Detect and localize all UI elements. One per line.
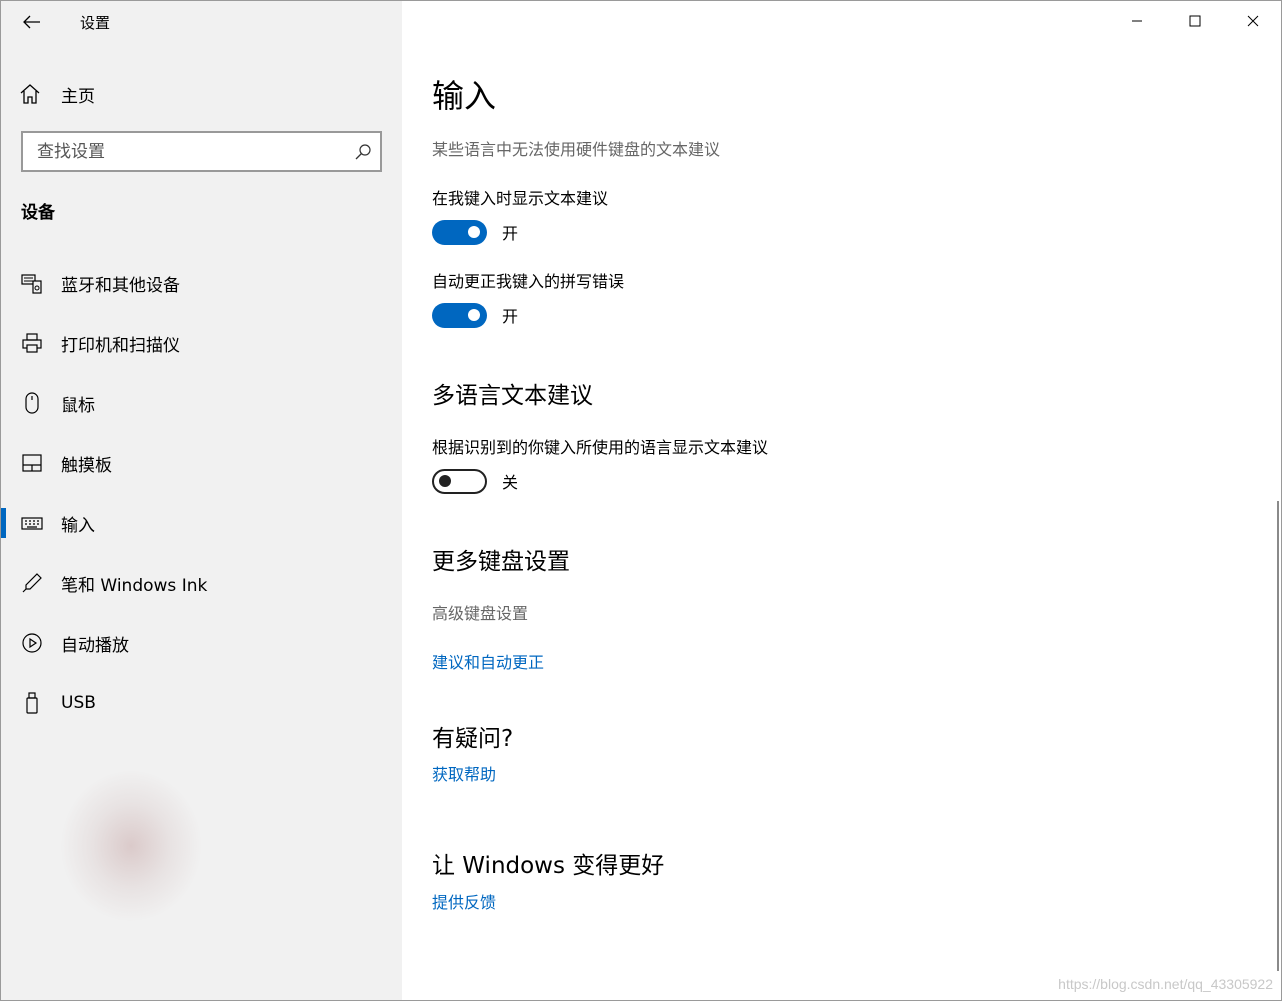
maximize-button[interactable] — [1166, 1, 1224, 41]
keyboard-icon — [21, 512, 43, 534]
home-icon — [20, 84, 40, 104]
sidebar-item-label: 蓝牙和其他设备 — [61, 275, 180, 296]
section-heading: 有疑问? — [432, 726, 514, 752]
sidebar-item-label: USB — [61, 693, 96, 713]
toggle-switch[interactable] — [432, 468, 487, 494]
sidebar-item-printers[interactable]: 打印机和扫描仪 — [1, 313, 402, 373]
bluetooth-devices-icon — [21, 272, 43, 294]
sidebar-item-label: 触摸板 — [61, 455, 112, 476]
toggle-multilang[interactable]: 关 — [432, 468, 518, 494]
sidebar-item-label: 打印机和扫描仪 — [61, 335, 180, 356]
toggle-switch[interactable] — [432, 219, 487, 245]
app-title: 设置 — [80, 14, 111, 32]
sidebar-item-label: 鼠标 — [61, 395, 95, 416]
minimize-button[interactable] — [1108, 1, 1166, 41]
section-heading: 让 Windows 变得更好 — [432, 853, 665, 879]
sidebar-item-usb[interactable]: USB — [1, 673, 402, 733]
toggle-state: 开 — [502, 307, 519, 326]
advanced-keyboard-settings: 高级键盘设置 — [432, 604, 529, 623]
search-input[interactable] — [23, 141, 346, 162]
sidebar-item-bluetooth[interactable]: 蓝牙和其他设备 — [1, 253, 402, 313]
watermark: https://blog.csdn.net/qq_43305922 — [1058, 976, 1273, 992]
section-heading: 更多键盘设置 — [432, 549, 570, 575]
minimize-icon — [1132, 20, 1142, 22]
printer-icon — [21, 332, 43, 354]
sidebar-item-label: 自动播放 — [61, 635, 129, 656]
settings-window: 设置 主页 设备 — [0, 0, 1282, 1001]
sidebar-item-label: 输入 — [61, 515, 95, 536]
page-title: 输入 — [432, 77, 497, 115]
setting-label: 根据识别到的你键入所使用的语言显示文本建议 — [432, 438, 769, 457]
mouse-icon — [21, 392, 43, 414]
autoplay-icon — [21, 632, 43, 654]
window-controls — [1108, 1, 1281, 41]
toggle-state: 开 — [502, 224, 519, 243]
give-feedback-link[interactable]: 提供反馈 — [432, 889, 496, 913]
setting-label: 在我键入时显示文本建议 — [432, 189, 609, 208]
scrollbar[interactable] — [1277, 501, 1279, 971]
toggle-switch[interactable] — [432, 302, 487, 328]
setting-label: 自动更正我键入的拼写错误 — [432, 272, 625, 291]
sidebar-item-mouse[interactable]: 鼠标 — [1, 373, 402, 433]
home-link[interactable]: 主页 — [19, 77, 389, 111]
toggle-autocorrect[interactable]: 开 — [432, 302, 518, 328]
sidebar-item-autoplay[interactable]: 自动播放 — [1, 613, 402, 673]
search-box[interactable] — [21, 131, 382, 172]
sidebar-item-pen[interactable]: 笔和 Windows Ink — [1, 553, 402, 613]
home-label: 主页 — [61, 86, 95, 107]
hw-keyboard-note: 某些语言中无法使用硬件键盘的文本建议 — [432, 140, 721, 159]
suggestions-autocorrect-link[interactable]: 建议和自动更正 — [432, 649, 544, 673]
get-help-link[interactable]: 获取帮助 — [432, 761, 496, 785]
sidebar: 设置 主页 设备 — [1, 1, 402, 1000]
toggle-state: 关 — [502, 473, 519, 492]
sidebar-section-title: 设备 — [21, 203, 55, 223]
touchpad-icon — [21, 452, 43, 474]
usb-icon — [21, 692, 43, 714]
back-button[interactable] — [15, 7, 49, 37]
pen-icon — [21, 572, 43, 594]
back-arrow-icon — [23, 15, 40, 29]
toggle-show-suggestions[interactable]: 开 — [432, 219, 518, 245]
sidebar-nav: 蓝牙和其他设备 打印机和扫描仪 鼠标 触摸板 输入 笔和 Windows Ink… — [1, 253, 402, 733]
sidebar-item-typing[interactable]: 输入 — [1, 493, 402, 553]
maximize-icon — [1189, 15, 1201, 27]
section-heading: 多语言文本建议 — [432, 383, 593, 409]
sidebar-item-label: 笔和 Windows Ink — [61, 575, 208, 596]
close-icon — [1247, 15, 1259, 27]
search-icon[interactable] — [346, 133, 380, 171]
close-button[interactable] — [1224, 1, 1281, 41]
sidebar-item-touchpad[interactable]: 触摸板 — [1, 433, 402, 493]
main-panel: 输入 某些语言中无法使用硬件键盘的文本建议 在我键入时显示文本建议 开 自动更正… — [402, 1, 1281, 1000]
